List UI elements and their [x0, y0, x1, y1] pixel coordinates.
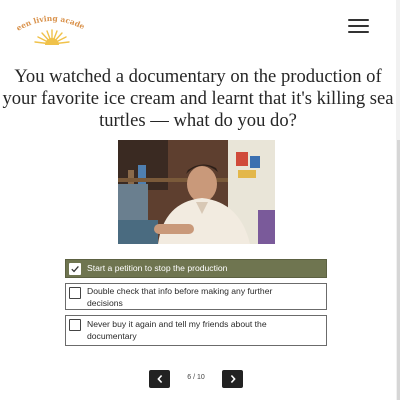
answer-option-label: Start a petition to stop the production [87, 263, 228, 273]
checkbox-icon[interactable] [69, 287, 81, 299]
answer-options: Start a petition to stop the production … [65, 259, 327, 351]
chevron-left-icon [156, 374, 162, 384]
chevron-right-icon [230, 374, 236, 384]
answer-option-2[interactable]: Double check that info before making any… [65, 283, 327, 310]
checkbox-icon[interactable] [69, 319, 81, 331]
answer-option-label: Double check that info before making any… [87, 286, 273, 308]
question-line: your favorite ice cream and learnt that … [2, 88, 394, 109]
answer-option-1[interactable]: Start a petition to stop the production [65, 259, 327, 278]
hamburger-icon[interactable] [348, 19, 369, 35]
scrollbar[interactable] [396, 0, 400, 400]
prev-button[interactable] [149, 370, 170, 388]
question-line: You watched a documentary on the product… [14, 66, 382, 87]
pagination: 6 / 10 [149, 370, 244, 388]
answer-option-label: Never buy it again and tell my friends a… [87, 319, 267, 341]
logo-text: green living academy [14, 10, 86, 33]
checkbox-checked-icon[interactable] [69, 263, 81, 275]
next-button[interactable] [222, 370, 243, 388]
question-line: turtles — what do you do? [99, 110, 297, 131]
reaction-gif [118, 140, 275, 244]
question-text: You watched a documentary on the product… [0, 66, 396, 132]
answer-option-3[interactable]: Never buy it again and tell my friends a… [65, 315, 327, 346]
page-counter: 6 / 10 [187, 374, 205, 381]
logo[interactable]: green living academy [14, 10, 90, 46]
